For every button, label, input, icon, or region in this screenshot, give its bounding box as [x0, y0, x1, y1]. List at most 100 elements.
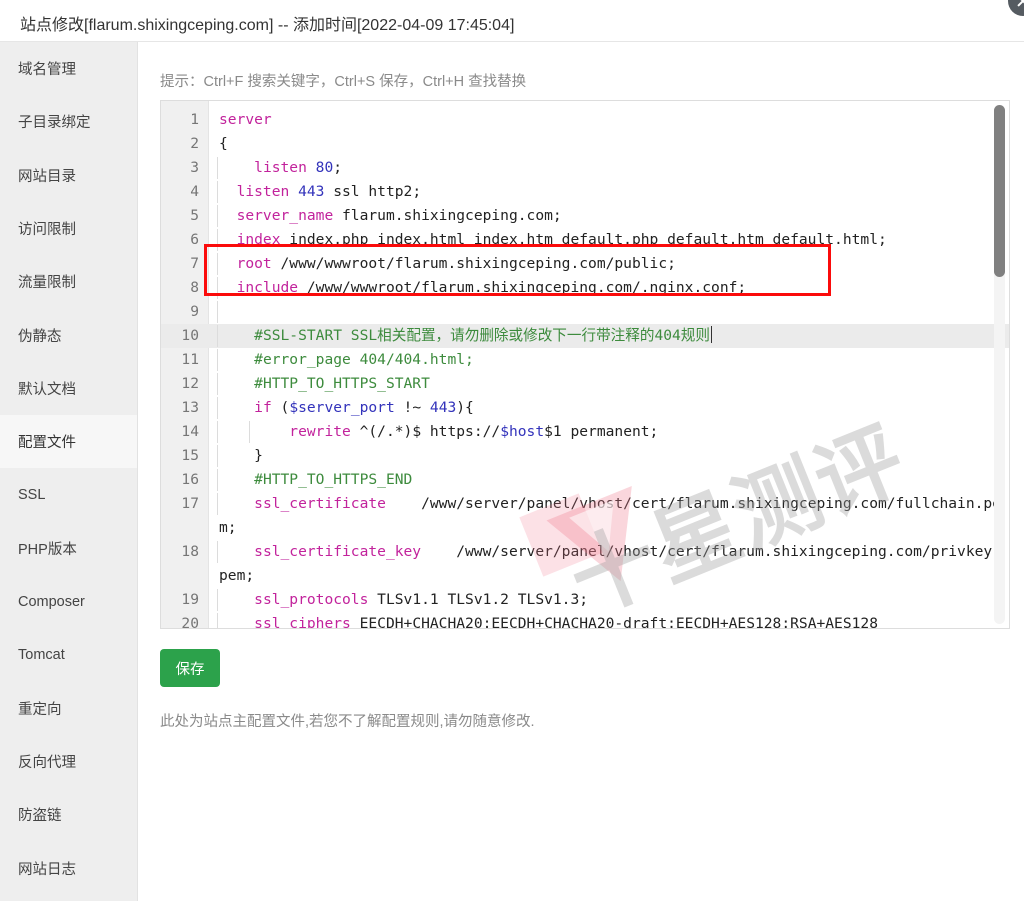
- config-file-editor[interactable]: 1 server 2{3 listen 80; 4 listen 443 ssl ht…: [160, 100, 1010, 629]
- sidebar-item-14[interactable]: 防盗链: [0, 788, 137, 841]
- sidebar-item-8[interactable]: SSL: [0, 468, 137, 521]
- code-line-text: ssl_certificate /www/server/panel/vhost/…: [219, 495, 1001, 536]
- sidebar-item-label: Composer: [18, 593, 85, 610]
- main-panel: 提示：Ctrl+F 搜索关键字，Ctrl+S 保存，Ctrl+H 查找替换 1 s…: [139, 42, 1024, 901]
- code-line: 3 listen 80;: [161, 156, 1009, 180]
- code-line-text: #SSL-START SSL相关配置，请勿删除或修改下一行带注释的404规则: [254, 326, 712, 344]
- line-number: 3: [190, 159, 199, 176]
- save-button[interactable]: 保存: [160, 649, 220, 687]
- sidebar-item-1[interactable]: 子目录绑定: [0, 95, 137, 148]
- code-line: 10 #SSL-START SSL相关配置，请勿删除或修改下一行带注释的404规…: [161, 324, 1009, 348]
- sidebar-item-label: 流量限制: [18, 275, 76, 292]
- code-line-text: }: [219, 447, 263, 464]
- sidebar: 域名管理子目录绑定网站目录访问限制流量限制伪静态默认文档配置文件 SSL PHP版本…: [0, 42, 138, 901]
- indent-guide: [217, 181, 218, 203]
- sidebar-item-0[interactable]: 域名管理: [0, 42, 137, 95]
- line-number: 16: [181, 471, 199, 488]
- code-line-text: include /www/wwwroot/flarum.shixingcepin…: [236, 279, 747, 296]
- line-number: 8: [190, 279, 199, 296]
- code-line: 19 ssl_protocols TLSv1.1 TLSv1.2 TLSv1.3…: [161, 588, 1009, 612]
- indent-guide: [217, 253, 218, 275]
- line-number: 6: [190, 231, 199, 248]
- sidebar-item-11[interactable]: Tomcat: [0, 628, 137, 681]
- line-number: 18: [181, 543, 199, 560]
- sidebar-item-7[interactable]: 配置文件: [0, 415, 137, 469]
- sidebar-item-15[interactable]: 网站日志: [0, 841, 137, 894]
- line-number: 2: [190, 135, 199, 152]
- code-line-text: index index.php index.html index.htm def…: [236, 231, 887, 248]
- shortcut-hint: 提示：Ctrl+F 搜索关键字，Ctrl+S 保存，Ctrl+H 查找替换: [160, 74, 527, 90]
- sidebar-item-label: 访问限制: [18, 222, 76, 239]
- sidebar-item-6[interactable]: 默认文档: [0, 362, 137, 415]
- sidebar-item-label: 伪静态: [18, 328, 62, 345]
- indent-guide: [217, 421, 218, 443]
- indent-guide: [217, 469, 218, 491]
- sidebar-item-2[interactable]: 网站目录: [0, 149, 137, 202]
- sidebar-item-label: SSL: [18, 487, 46, 504]
- sidebar-item-label: 防盗链: [18, 808, 62, 825]
- code-line: 14 rewrite ^(/.*)$ https://$host$1 perma…: [161, 420, 1009, 444]
- code-line-text: #HTTP_TO_HTTPS_START: [254, 375, 430, 392]
- code-line-text: #HTTP_TO_HTTPS_END: [254, 471, 413, 488]
- indent-guide: [217, 493, 218, 515]
- code-line: 5 server_name flarum.shixingceping.com;: [161, 204, 1009, 228]
- close-icon[interactable]: [1008, 0, 1024, 16]
- code-line-text: ssl_certificate_key /www/server/panel/vh…: [219, 543, 1001, 584]
- sidebar-item-3[interactable]: 访问限制: [0, 202, 137, 255]
- indent-guide: [217, 229, 218, 251]
- indent-guide: [217, 445, 218, 467]
- code-line: 18 ssl_certificate_key /www/server/panel…: [161, 540, 1009, 588]
- sidebar-item-label: 配置文件: [18, 435, 76, 452]
- code-line-text: listen 443 ssl http2;: [236, 183, 422, 200]
- sidebar-item-12[interactable]: 重定向: [0, 682, 137, 735]
- line-number: 4: [190, 183, 199, 200]
- line-number: 1: [190, 111, 199, 128]
- editor-code-area[interactable]: 1 server 2{3 listen 80; 4 listen 443 ssl ht…: [161, 108, 1009, 628]
- code-line-text: root /www/wwwroot/flarum.shixingceping.c…: [236, 255, 676, 272]
- code-line: 7 root /www/wwwroot/flarum.shixingceping…: [161, 252, 1009, 276]
- footer-note: 此处为站点主配置文件,若您不了解配置规则,请勿随意修改.: [160, 714, 535, 730]
- sidebar-item-label: PHP版本: [18, 541, 77, 558]
- line-number: 9: [190, 303, 199, 320]
- sidebar-item-13[interactable]: 反向代理: [0, 735, 137, 788]
- sidebar-item-label: 反向代理: [18, 755, 76, 771]
- editor-scrollbar-track[interactable]: [994, 105, 1005, 624]
- code-line-text: server: [219, 111, 272, 128]
- code-line: 12 #HTTP_TO_HTTPS_START: [161, 372, 1009, 396]
- code-line-text: ssl_protocols TLSv1.1 TLSv1.2 TLSv1.3;: [254, 591, 589, 608]
- text-cursor: [711, 326, 712, 343]
- indent-guide: [217, 613, 218, 628]
- line-number: 7: [190, 255, 199, 272]
- code-line: 11 #error_page 404/404.html;: [161, 348, 1009, 372]
- indent-guide: [217, 373, 218, 395]
- sidebar-item-label: Tomcat: [18, 646, 65, 663]
- sidebar-item-5[interactable]: 伪静态: [0, 308, 137, 361]
- indent-guide: [217, 397, 218, 419]
- code-line: 15 }: [161, 444, 1009, 468]
- indent-guide: [217, 325, 218, 347]
- code-line: 4 listen 443 ssl http2;: [161, 180, 1009, 204]
- sidebar-item-4[interactable]: 流量限制: [0, 255, 137, 308]
- indent-guide: [217, 277, 218, 299]
- code-line-text: #error_page 404/404.html;: [254, 351, 474, 368]
- page-title: 站点修改[flarum.shixingceping.com] -- 添加时间[2…: [20, 17, 515, 34]
- line-number: 14: [181, 423, 199, 440]
- site-modify-dialog: 站点修改[flarum.shixingceping.com] -- 添加时间[2…: [0, 0, 1024, 901]
- code-line-text: server_name flarum.shixingceping.com;: [236, 207, 562, 224]
- editor-scrollbar-thumb[interactable]: [994, 105, 1005, 277]
- sidebar-item-label: 子目录绑定: [18, 115, 91, 132]
- sidebar-item-label: 重定向: [18, 701, 62, 718]
- line-number: 11: [181, 351, 199, 368]
- line-number: 12: [181, 375, 199, 392]
- sidebar-item-9[interactable]: PHP版本: [0, 522, 137, 575]
- sidebar-item-label: 网站目录: [18, 168, 76, 185]
- sidebar-item-10[interactable]: Composer: [0, 575, 137, 628]
- code-line: 16 #HTTP_TO_HTTPS_END: [161, 468, 1009, 492]
- code-line: 2{: [161, 132, 1009, 156]
- code-line-text: {: [219, 135, 228, 152]
- code-line: 13 if ($server_port !~ 443){: [161, 396, 1009, 420]
- line-number: 15: [181, 447, 199, 464]
- code-line: 8 include /www/wwwroot/flarum.shixingcep…: [161, 276, 1009, 300]
- code-line: 20 ssl_ciphers EECDH+CHACHA20:EECDH+CHAC…: [161, 612, 1009, 628]
- indent-guide: [217, 205, 218, 227]
